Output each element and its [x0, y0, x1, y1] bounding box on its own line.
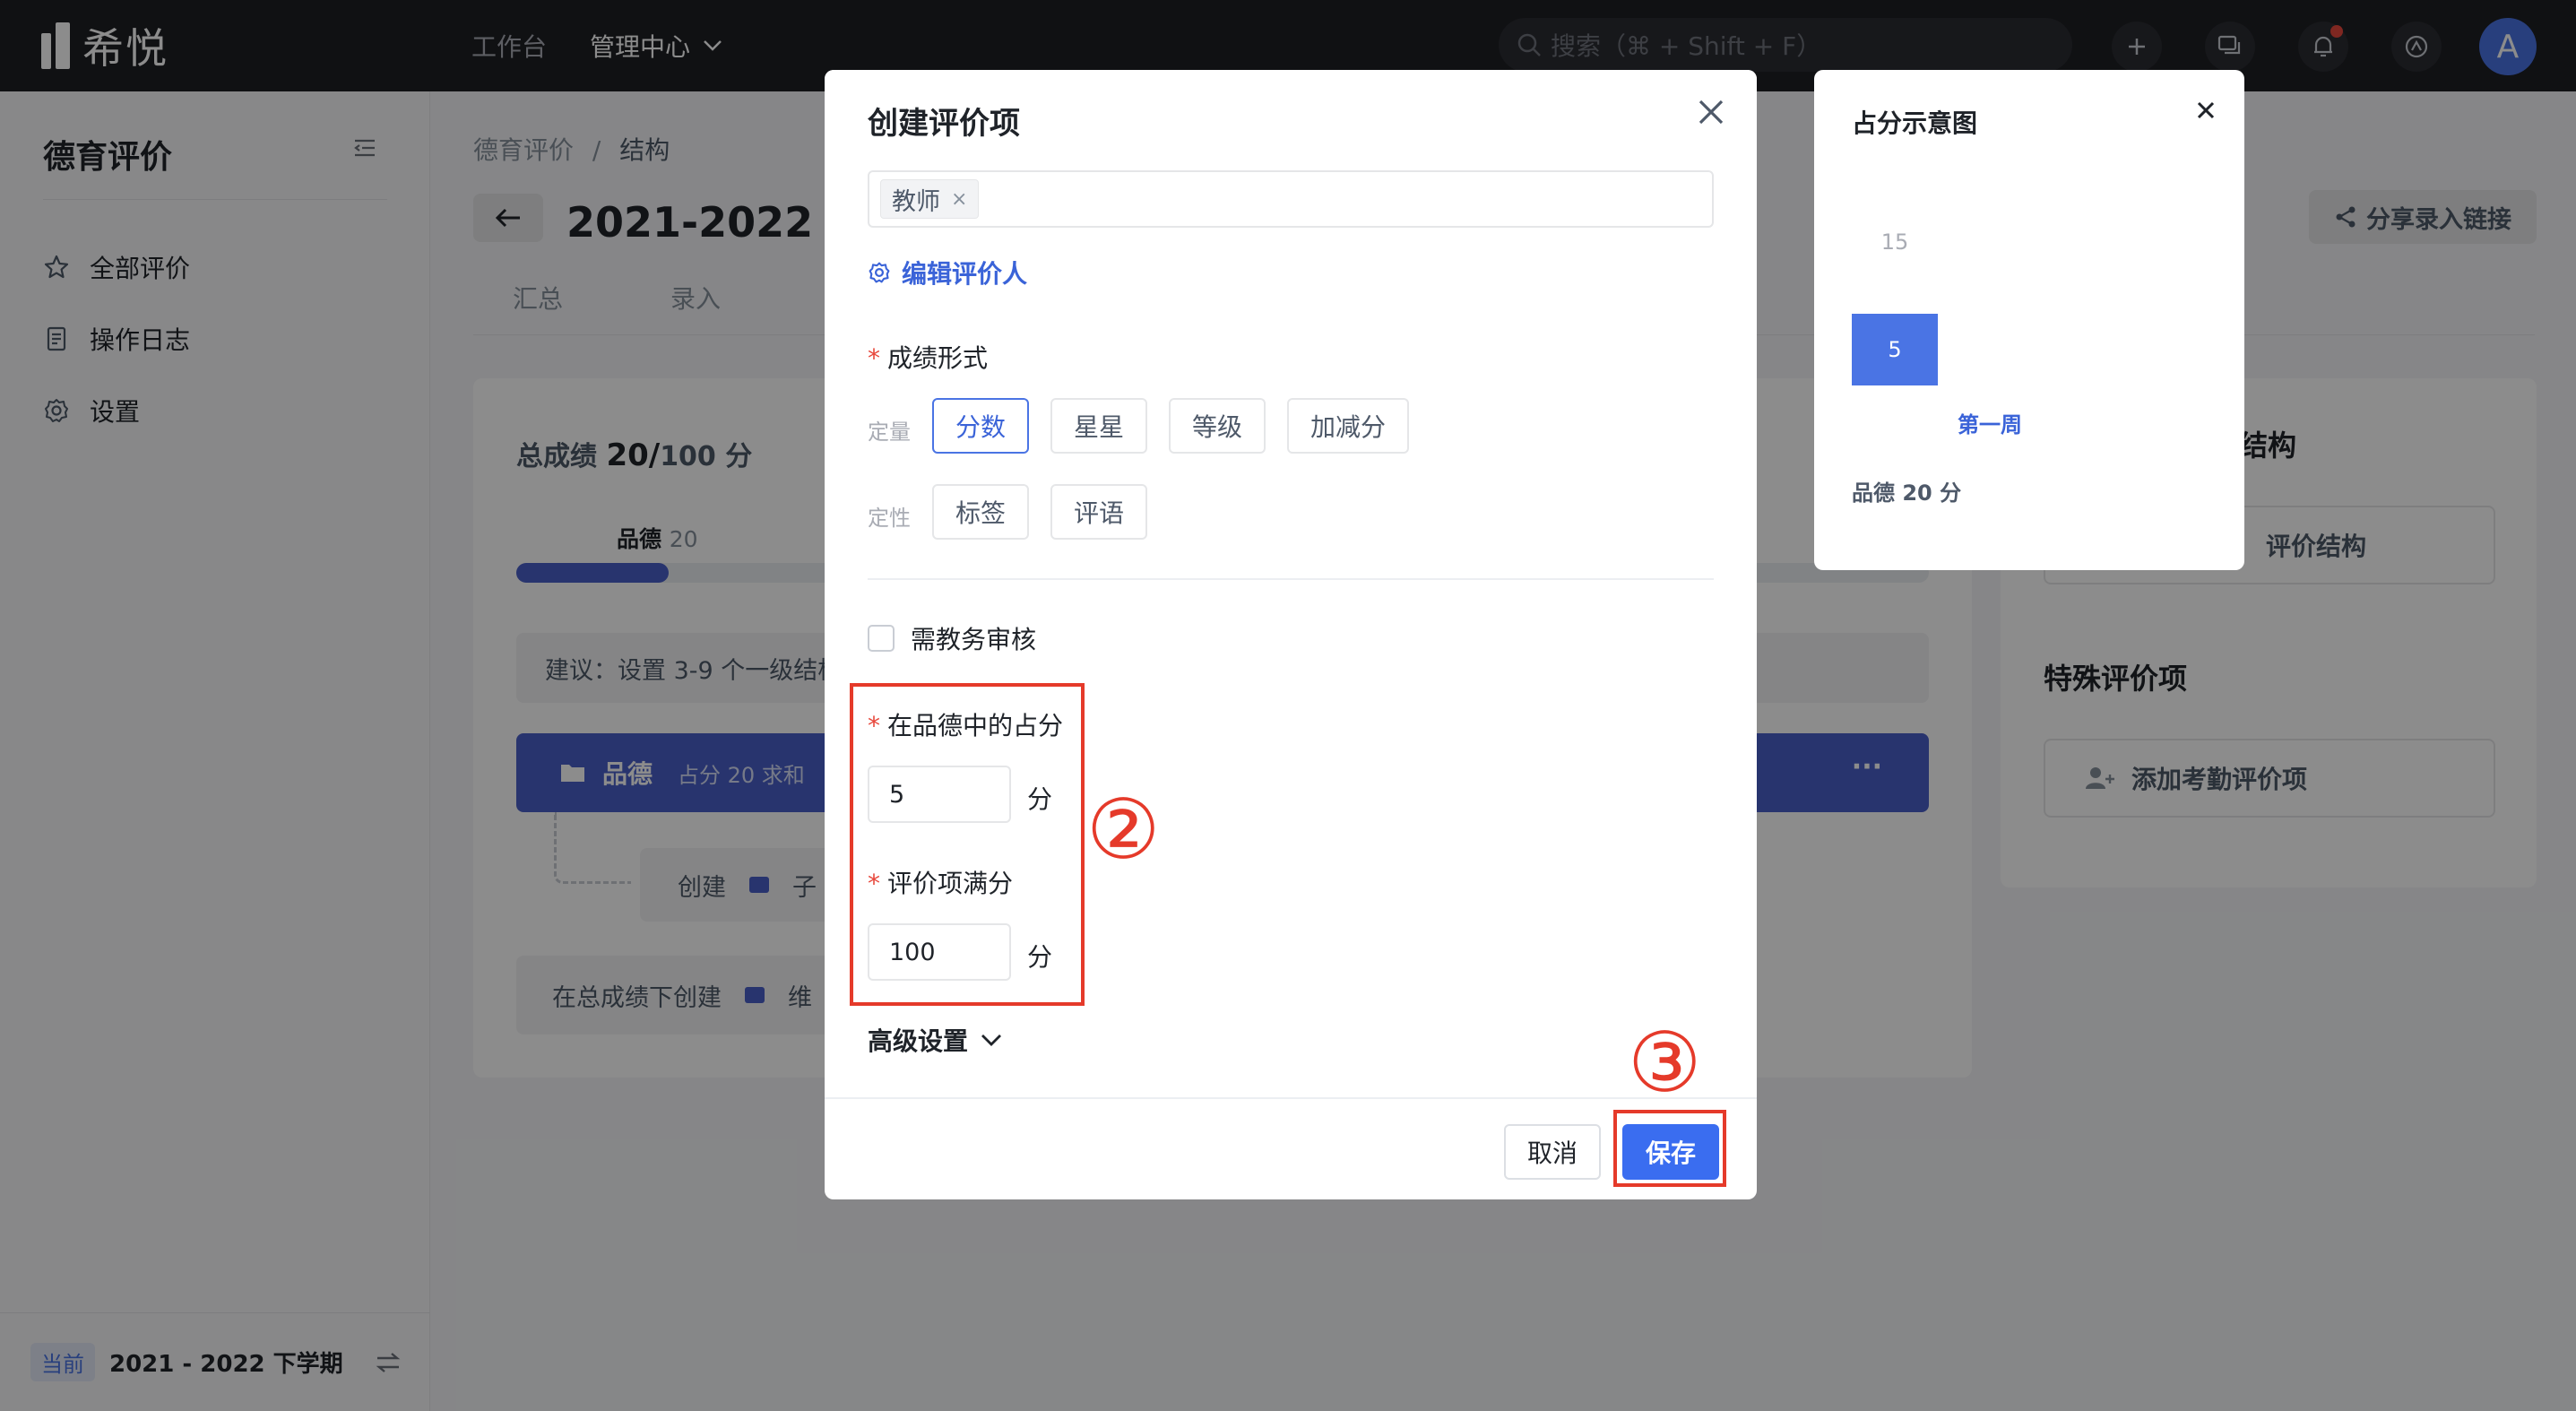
score-form-label: * 成绩形式 [868, 339, 988, 375]
edit-evaluators-label: 编辑评价人 [902, 259, 1028, 289]
popover-total: 品德 20 分 [1852, 480, 1962, 506]
divider [868, 578, 1714, 580]
score-form-text: 成绩形式 [887, 343, 989, 373]
dialog-header: 创建评价项 [825, 70, 1757, 170]
popover-title: 占分示意图 [1852, 108, 1978, 138]
option-plus-minus[interactable]: 加减分 [1287, 398, 1409, 454]
advanced-settings-label: 高级设置 [868, 1026, 969, 1056]
advanced-settings-toggle[interactable]: 高级设置 [868, 1022, 1002, 1058]
review-checkbox-row[interactable]: 需教务审核 [868, 620, 1036, 656]
option-score[interactable]: 分数 [932, 398, 1029, 454]
evaluator-select[interactable]: 教师 × [868, 170, 1714, 228]
remove-chip-icon[interactable]: × [951, 188, 967, 211]
review-label: 需教务审核 [911, 625, 1037, 654]
option-grade[interactable]: 等级 [1169, 398, 1266, 454]
evaluator-chip: 教师 × [880, 179, 980, 219]
edit-evaluators-link[interactable]: 编辑评价人 [868, 255, 1027, 290]
quantitative-label: 定量 [868, 420, 911, 445]
gear-icon [869, 262, 890, 283]
annotation-step2: ② [1086, 782, 1161, 878]
distribution-bar: 15 5 [1852, 165, 1938, 385]
create-item-dialog: 创建评价项 教师 × 编辑评价人 * 成绩形式 定量 分数 星星 等级 加减分 定… [825, 70, 1757, 1199]
current-item-legend: 第一周 [1958, 412, 2022, 437]
close-icon[interactable] [1698, 99, 1725, 126]
chevron-down-icon [981, 1034, 1002, 1046]
close-icon[interactable] [2196, 100, 2216, 120]
annotation-box-step2 [850, 683, 1085, 1006]
remaining-segment: 15 [1852, 165, 1938, 319]
evaluator-chip-label: 教师 [892, 187, 940, 216]
review-checkbox[interactable] [868, 625, 895, 652]
required-mark: * [868, 343, 880, 373]
dialog-title: 创建评价项 [868, 105, 1020, 142]
option-comments[interactable]: 评语 [1050, 484, 1147, 540]
option-stars[interactable]: 星星 [1050, 398, 1147, 454]
qualitative-label: 定性 [868, 506, 911, 531]
current-segment: 5 [1852, 314, 1938, 385]
option-tags[interactable]: 标签 [932, 484, 1029, 540]
annotation-box-step3 [1613, 1110, 1726, 1187]
cancel-button[interactable]: 取消 [1504, 1124, 1601, 1180]
score-distribution-popover: 占分示意图 15 5 第一周 品德 20 分 [1814, 70, 2244, 570]
annotation-step3: ③ [1628, 1015, 1702, 1111]
